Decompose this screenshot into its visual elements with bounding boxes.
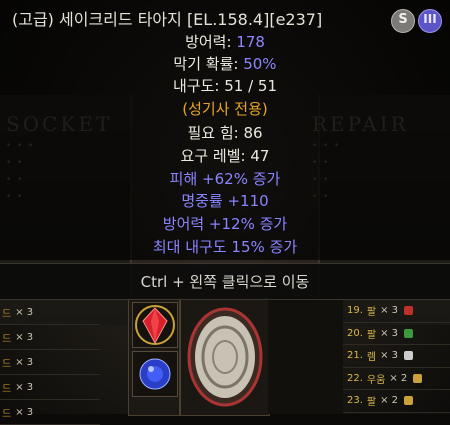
rune-count: × 3 <box>380 350 399 362</box>
block-label: 막기 확률: <box>173 55 244 73</box>
magic-mod: 최대 내구도 15% 증가 <box>152 238 298 256</box>
rune-count: × 3 <box>380 327 399 339</box>
rune-gem-icon <box>404 351 414 361</box>
level-requirement: 요구 레벨: 47 <box>180 147 270 165</box>
rune-list-right: 19. 팔 × 3 20. 팔 × 3 21. 렘 × 3 22. 우움 × 2 23. 팔 × 2 <box>343 300 450 413</box>
rune-name: 드 <box>2 308 12 320</box>
list-item[interactable]: 드 × 3 <box>0 375 100 400</box>
defense-label: 방어력: <box>185 33 237 51</box>
rune-number: 20. <box>347 327 363 339</box>
rune-name: 드 <box>2 383 12 395</box>
rune-name: 팔 <box>366 397 377 409</box>
list-item[interactable]: 드 × 3 <box>0 300 100 325</box>
badge-s-label: S <box>398 12 408 27</box>
rune-count: × 3 <box>15 381 34 393</box>
rune-gem-icon <box>404 396 414 406</box>
strength-requirement: 필요 힘: 86 <box>187 124 263 142</box>
rune-name: 렘 <box>366 352 377 364</box>
rune-name: 드 <box>2 408 12 420</box>
rune-count: × 3 <box>15 331 34 343</box>
class-requirement: (성기사 전용) <box>182 100 268 118</box>
rune-count: × 3 <box>15 306 34 318</box>
tooltip-title-row: (고급) 세이크리드 타아지 [EL.158.4][e237] S III <box>0 6 450 33</box>
list-item[interactable]: 22. 우움 × 2 <box>343 368 450 390</box>
hint-bar: Ctrl + 왼쪽 클릭으로 이동 <box>0 263 450 300</box>
hint-text: Ctrl + 왼쪽 클릭으로 이동 <box>140 273 310 291</box>
sapphire-gem-icon <box>139 358 171 390</box>
rune-number: 21. <box>347 350 363 362</box>
defense-stat: 방어력: 178 <box>0 31 450 52</box>
rune-count: × 2 <box>380 395 399 407</box>
block-value: 50% <box>243 55 277 73</box>
magic-mod: 피해 +62% 증가 <box>169 170 281 188</box>
defense-value: 178 <box>236 33 265 51</box>
rune-name: 팔 <box>366 329 377 341</box>
ruby-gem-icon <box>135 305 175 345</box>
rune-count: × 2 <box>389 372 408 384</box>
badge-tier-label: III <box>423 12 437 26</box>
rune-number: 22. <box>347 372 363 384</box>
rune-name: 팔 <box>366 307 377 319</box>
rune-count: × 3 <box>15 406 34 418</box>
empty-grid-area <box>268 298 343 414</box>
rune-list-left: 드 × 3 드 × 3 드 × 3 드 × 3 드 × 3 <box>0 300 100 425</box>
durability-stat: 내구도: 51 / 51 <box>173 77 277 95</box>
tier-badge-icon: III <box>418 9 442 33</box>
shield-item-slot[interactable] <box>180 298 270 416</box>
rune-number: 19. <box>347 305 363 317</box>
rune-number: 23. <box>347 395 363 407</box>
rune-gem-icon <box>413 373 423 383</box>
rune-count: × 3 <box>380 305 399 317</box>
item-title: (고급) 세이크리드 타아지 [EL.158.4][e237] <box>12 10 323 29</box>
rune-count: × 3 <box>15 356 34 368</box>
item-tooltip: (고급) 세이크리드 타아지 [EL.158.4][e237] S III 방어… <box>0 0 450 260</box>
list-item[interactable]: 20. 팔 × 3 <box>343 323 450 345</box>
rune-name: 우움 <box>366 374 386 386</box>
rune-name: 드 <box>2 333 12 345</box>
sapphire-gem-slot[interactable] <box>132 351 178 397</box>
list-item[interactable]: 드 × 3 <box>0 325 100 350</box>
block-stat: 막기 확률: 50% <box>0 53 450 74</box>
ruby-gem-slot[interactable] <box>132 302 178 348</box>
magic-mod: 방어력 +12% 증가 <box>162 215 288 233</box>
list-item[interactable]: 드 × 3 <box>0 350 100 375</box>
shield-icon <box>187 307 263 407</box>
list-item[interactable]: 23. 팔 × 2 <box>343 390 450 413</box>
list-item[interactable]: 19. 팔 × 3 <box>343 300 450 323</box>
rune-gem-icon <box>404 328 414 338</box>
rune-name: 드 <box>2 358 12 370</box>
socket-badge-icon: S <box>391 9 415 33</box>
list-item[interactable]: 드 × 3 <box>0 400 100 425</box>
list-item[interactable]: 21. 렘 × 3 <box>343 345 450 368</box>
magic-mod: 명중률 +110 <box>181 192 269 210</box>
rune-gem-icon <box>404 306 414 316</box>
gem-slot-column <box>128 298 180 416</box>
